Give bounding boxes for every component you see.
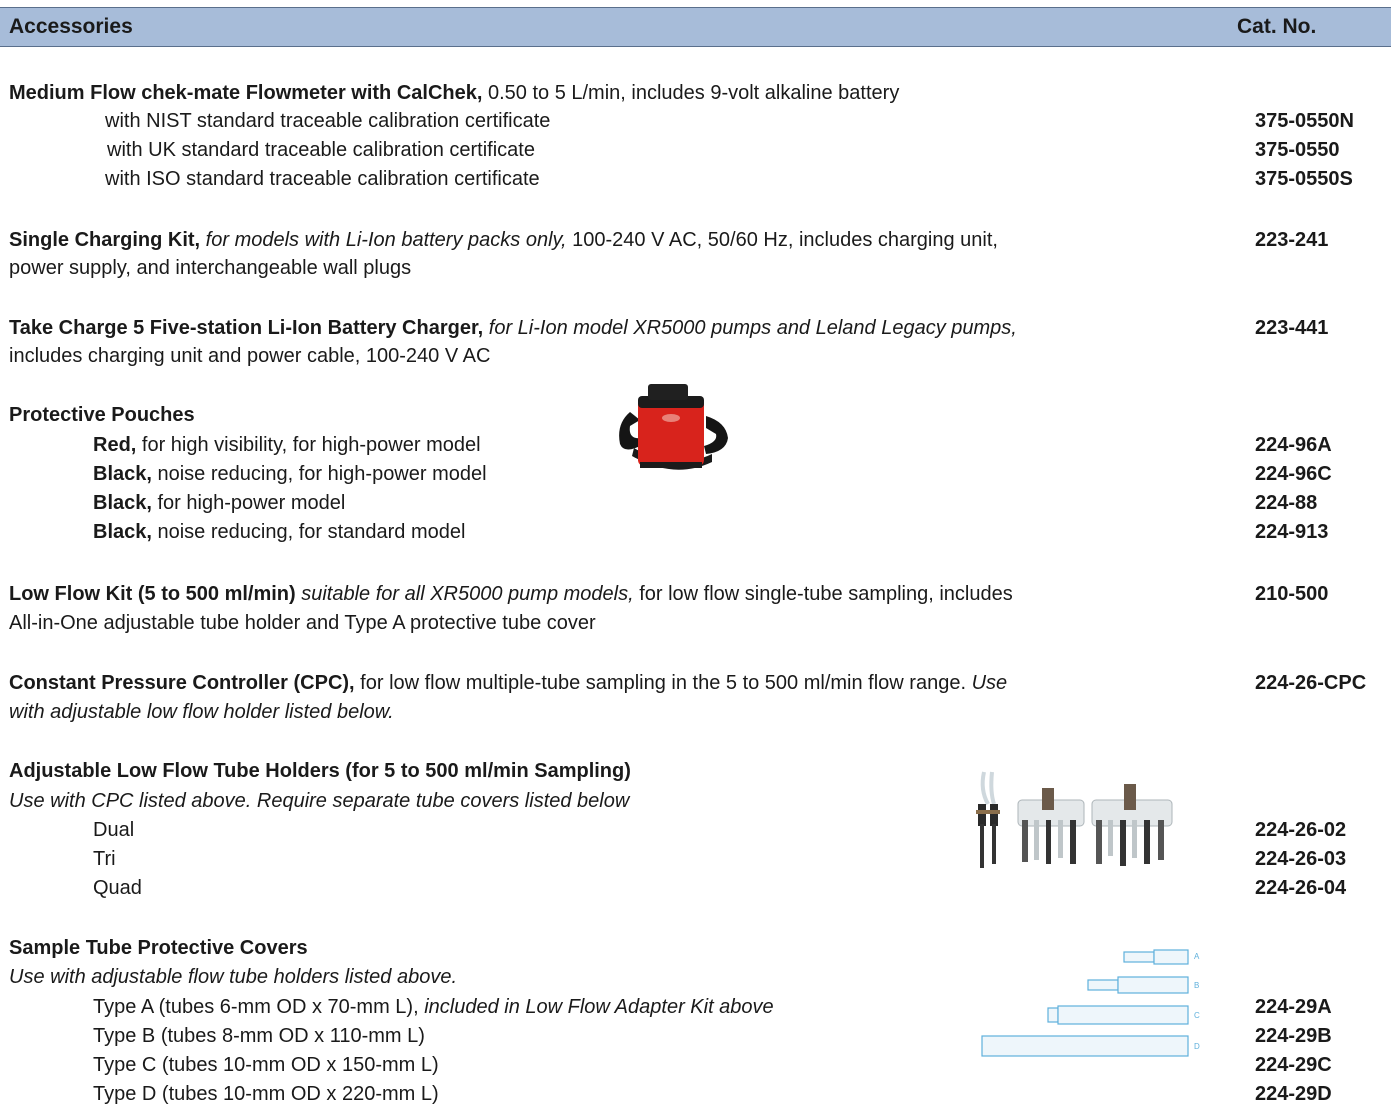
flowmeter-item-cat: 375-0550N [1255,110,1354,132]
tube-covers-diagram: A B C D [981,949,1200,1057]
flowmeter-item-label: with ISO standard traceable calibration … [105,168,540,190]
pouch-item: Black, noise reducing, for standard mode… [93,521,465,544]
cover-item-cat: 224-29B [1255,1025,1332,1047]
holder-item-cat: 224-26-04 [1255,877,1347,899]
holder-item-cat: 224-26-02 [1255,819,1347,841]
pouch-item-cat: 224-913 [1255,521,1329,543]
cpc-line2: with adjustable low flow holder listed b… [9,701,394,723]
tube-letter-c: C [1194,1011,1200,1020]
low-flow-kit-name: Low Flow Kit (5 to 500 ml/min) [9,583,296,605]
low-flow-kit-cat: 210-500 [1255,583,1329,605]
pouch-item-desc: for high-power model [151,492,346,514]
pouches-title: Protective Pouches [9,404,195,426]
flowmeter-item-label: with NIST standard traceable calibration… [105,110,551,132]
cpc-name: Constant Pressure Controller (CPC), [9,672,355,694]
take-charge-line2: includes charging unit and power cable, … [9,345,491,367]
low-flow-kit-line2: All-in-One adjustable tube holder and Ty… [9,612,596,634]
pouch-item: Red, for high visibility, for high-power… [93,434,481,457]
low-flow-kit-desc: for low flow single-tube sampling, inclu… [633,583,1013,605]
pouch-item-color: Black, [93,492,152,514]
low-flow-kit-italic: suitable for all XR5000 pump models, [295,583,634,605]
single-charging-name: Single Charging Kit, [9,229,201,251]
tube-holders-photo [976,771,1173,868]
pouch-item-desc: for high visibility, for high-power mode… [136,434,481,456]
pouch-item-color: Black, [93,521,152,543]
flowmeter-item-cat: 375-0550 [1255,139,1340,161]
header-cat-label: Cat. No. [1237,15,1317,38]
pouch-item-color: Black, [93,463,152,485]
tube-letter-d: D [1194,1042,1200,1051]
cpc-line1: Constant Pressure Controller (CPC), for … [9,672,1007,695]
tube-letter-a: A [1194,952,1200,961]
cover-item-label: Type C (tubes 10-mm OD x 150-mm L) [93,1054,439,1076]
holder-item-label: Tri [93,848,116,870]
cover-item: Type A (tubes 6-mm OD x 70-mm L), includ… [93,996,774,1019]
cover-item-italic: included in Low Flow Adapter Kit above [418,996,774,1018]
take-charge-cat: 223-441 [1255,317,1329,339]
header-title: Accessories [9,15,133,38]
pouch-item-desc: noise reducing, for high-power model [151,463,487,485]
covers-subtitle: Use with adjustable flow tube holders li… [9,966,458,988]
holder-item-label: Dual [93,819,135,841]
cpc-italic: Use [966,672,1008,694]
flowmeter-desc: 0.50 to 5 L/min, includes 9-volt alkalin… [482,82,900,104]
cover-item-cat: 224-29A [1255,996,1332,1018]
cover-item-cat: 224-29D [1255,1083,1332,1105]
pouch-item-color: Red, [93,434,137,456]
pouch-item-cat: 224-88 [1255,492,1318,514]
cpc-desc: for low flow multiple-tube sampling in t… [354,672,967,694]
single-charging-italic: for models with Li-Ion battery packs onl… [200,229,567,251]
single-charging-cat: 223-241 [1255,229,1329,251]
holder-item-label: Quad [93,877,142,899]
flowmeter-item-cat: 375-0550S [1255,168,1353,190]
single-charging-line2: power supply, and interchangeable wall p… [9,257,412,279]
low-flow-kit-line1: Low Flow Kit (5 to 500 ml/min) suitable … [9,583,1013,606]
cover-item-label: Type D (tubes 10-mm OD x 220-mm L) [93,1083,439,1105]
flowmeter-item-label: with UK standard traceable calibration c… [107,139,535,161]
tube-letter-b: B [1194,981,1199,990]
cpc-cat: 224-26-CPC [1255,672,1367,694]
flowmeter-heading: Medium Flow chek-mate Flowmeter with Cal… [9,82,899,105]
covers-title: Sample Tube Protective Covers [9,937,308,959]
take-charge-line1: Take Charge 5 Five-station Li-Ion Batter… [9,317,1017,340]
cover-item-label: Type B (tubes 8-mm OD x 110-mm L) [93,1025,425,1047]
cover-item-label: Type A (tubes 6-mm OD x 70-mm L), [93,996,419,1018]
pouch-photo [619,384,728,470]
single-charging-desc: 100-240 V AC, 50/60 Hz, includes chargin… [566,229,998,251]
pouch-item: Black, for high-power model [93,492,345,515]
pouch-item: Black, noise reducing, for high-power mo… [93,463,487,486]
holder-item-cat: 224-26-03 [1255,848,1347,870]
holders-subtitle: Use with CPC listed above. Require separ… [9,790,630,812]
table-header: Accessories Cat. No. [0,7,1391,47]
pouch-item-desc: noise reducing, for standard model [151,521,466,543]
take-charge-name: Take Charge 5 Five-station Li-Ion Batter… [9,317,484,339]
single-charging-line1: Single Charging Kit, for models with Li-… [9,229,998,252]
flowmeter-name: Medium Flow chek-mate Flowmeter with Cal… [9,82,483,104]
pouch-item-cat: 224-96A [1255,434,1332,456]
take-charge-italic: for Li-Ion model XR5000 pumps and Leland… [483,317,1017,339]
pouch-item-cat: 224-96C [1255,463,1332,485]
holders-title: Adjustable Low Flow Tube Holders (for 5 … [9,760,631,782]
cover-item-cat: 224-29C [1255,1054,1332,1076]
